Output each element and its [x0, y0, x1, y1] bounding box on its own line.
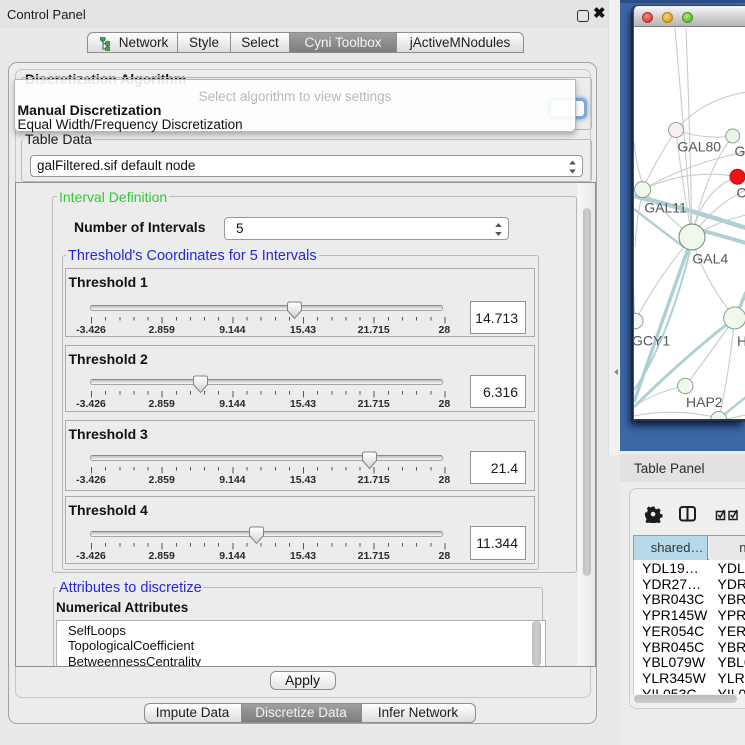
svg-text:C: C [737, 185, 745, 201]
svg-text:GCY1: GCY1 [634, 333, 670, 349]
svg-text:HAP2: HAP2 [686, 394, 723, 410]
svg-text:GAL4: GAL4 [692, 251, 728, 267]
svg-text:GAL11: GAL11 [644, 200, 687, 216]
svg-text:H: H [737, 333, 745, 349]
svg-text:GAL80: GAL80 [678, 139, 722, 155]
svg-text:GA: GA [735, 143, 745, 159]
